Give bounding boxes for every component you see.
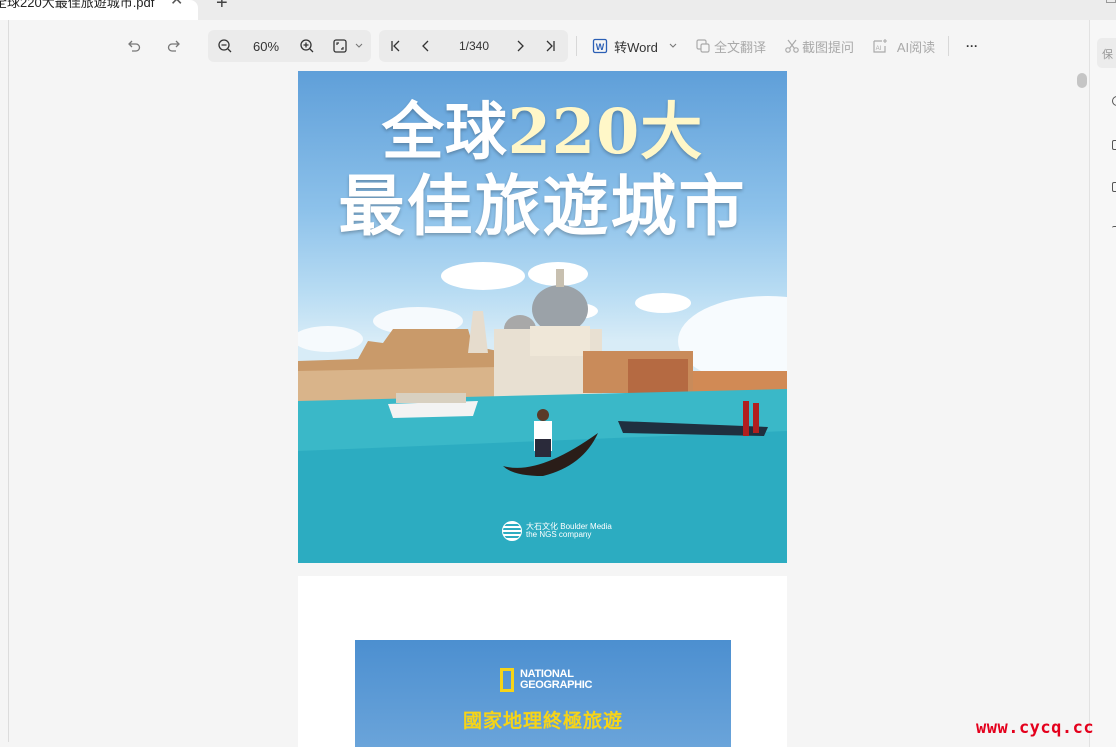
copy-icon[interactable] xyxy=(1112,182,1116,192)
fit-dropdown-icon[interactable] xyxy=(353,38,365,54)
fit-page-icon[interactable] xyxy=(330,36,350,56)
word-dropdown-icon[interactable] xyxy=(666,38,680,54)
pdf-page-1: 全球220大 最佳旅遊城市 大石文化 Boulder Media the NGS… xyxy=(298,71,787,563)
publisher-subtitle: the NGS company xyxy=(526,530,592,539)
next-page-icon[interactable] xyxy=(510,36,530,56)
tool-icon[interactable] xyxy=(1112,226,1116,232)
close-tab-icon[interactable]: ✕ xyxy=(170,0,183,9)
tab-title: 全球220大最佳旅遊城市.pdf xyxy=(0,0,155,10)
page2-heading: 國家地理終極旅遊 xyxy=(462,711,623,732)
zoom-in-icon[interactable] xyxy=(297,36,317,56)
tab-bar: 全球220大最佳旅遊城市.pdf ✕ + xyxy=(0,0,1116,20)
scrollbar-thumb[interactable] xyxy=(1077,73,1087,88)
toolbar: 60% 1/340 W 转Word 全文翻译 截图提问 AI AI阅读 ··· xyxy=(0,20,1090,70)
last-page-icon[interactable] xyxy=(540,36,560,56)
ai-read-button[interactable]: AI阅读 xyxy=(894,36,938,56)
svg-text:W: W xyxy=(596,42,605,52)
document-tab[interactable]: 全球220大最佳旅遊城市.pdf ✕ xyxy=(0,0,198,20)
publisher-mark-icon xyxy=(502,521,522,541)
note-icon[interactable] xyxy=(1112,140,1116,150)
toolbar-divider xyxy=(948,36,949,56)
watermark-text: www.cycq.cc xyxy=(976,718,1095,738)
translate-icon[interactable] xyxy=(694,36,712,56)
logo-line2: GEOGRAPHIC xyxy=(520,679,593,691)
more-button[interactable]: ··· xyxy=(960,36,984,56)
zoom-level[interactable]: 60% xyxy=(246,36,286,56)
globe-icon[interactable] xyxy=(1112,96,1116,106)
left-panel-edge[interactable] xyxy=(8,20,9,742)
minimize-icon[interactable] xyxy=(1106,0,1116,3)
prev-page-icon[interactable] xyxy=(416,36,436,56)
save-button[interactable]: 保 xyxy=(1097,38,1116,68)
scissors-icon[interactable] xyxy=(783,36,801,56)
word-icon[interactable]: W xyxy=(591,36,609,56)
ai-read-icon[interactable]: AI xyxy=(870,36,890,56)
new-tab-button[interactable]: + xyxy=(216,0,228,15)
toolbar-divider xyxy=(576,36,577,56)
pdf-page-2: NATIONAL GEOGRAPHIC 國家地理終極旅遊 xyxy=(298,576,787,747)
cover-title-line2: 最佳旅遊城市 xyxy=(338,167,747,245)
nat-geo-logo: NATIONAL GEOGRAPHIC xyxy=(500,668,592,692)
svg-text:AI: AI xyxy=(876,46,882,52)
screenshot-ask-button[interactable]: 截图提问 xyxy=(802,36,854,56)
first-page-icon[interactable] xyxy=(386,36,406,56)
undo-icon[interactable] xyxy=(124,36,144,56)
translate-button[interactable]: 全文翻译 xyxy=(714,36,766,56)
page2-cover-image: NATIONAL GEOGRAPHIC 國家地理終極旅遊 xyxy=(355,640,731,747)
zoom-out-icon[interactable] xyxy=(215,36,235,56)
convert-word-button[interactable]: 转Word xyxy=(612,36,660,56)
yellow-border-icon xyxy=(500,668,514,692)
right-side-panel: 保 xyxy=(1089,20,1116,747)
publisher-logo: 大石文化 Boulder Media the NGS company xyxy=(502,521,612,541)
page-indicator[interactable]: 1/340 xyxy=(448,36,500,56)
redo-icon[interactable] xyxy=(164,36,184,56)
